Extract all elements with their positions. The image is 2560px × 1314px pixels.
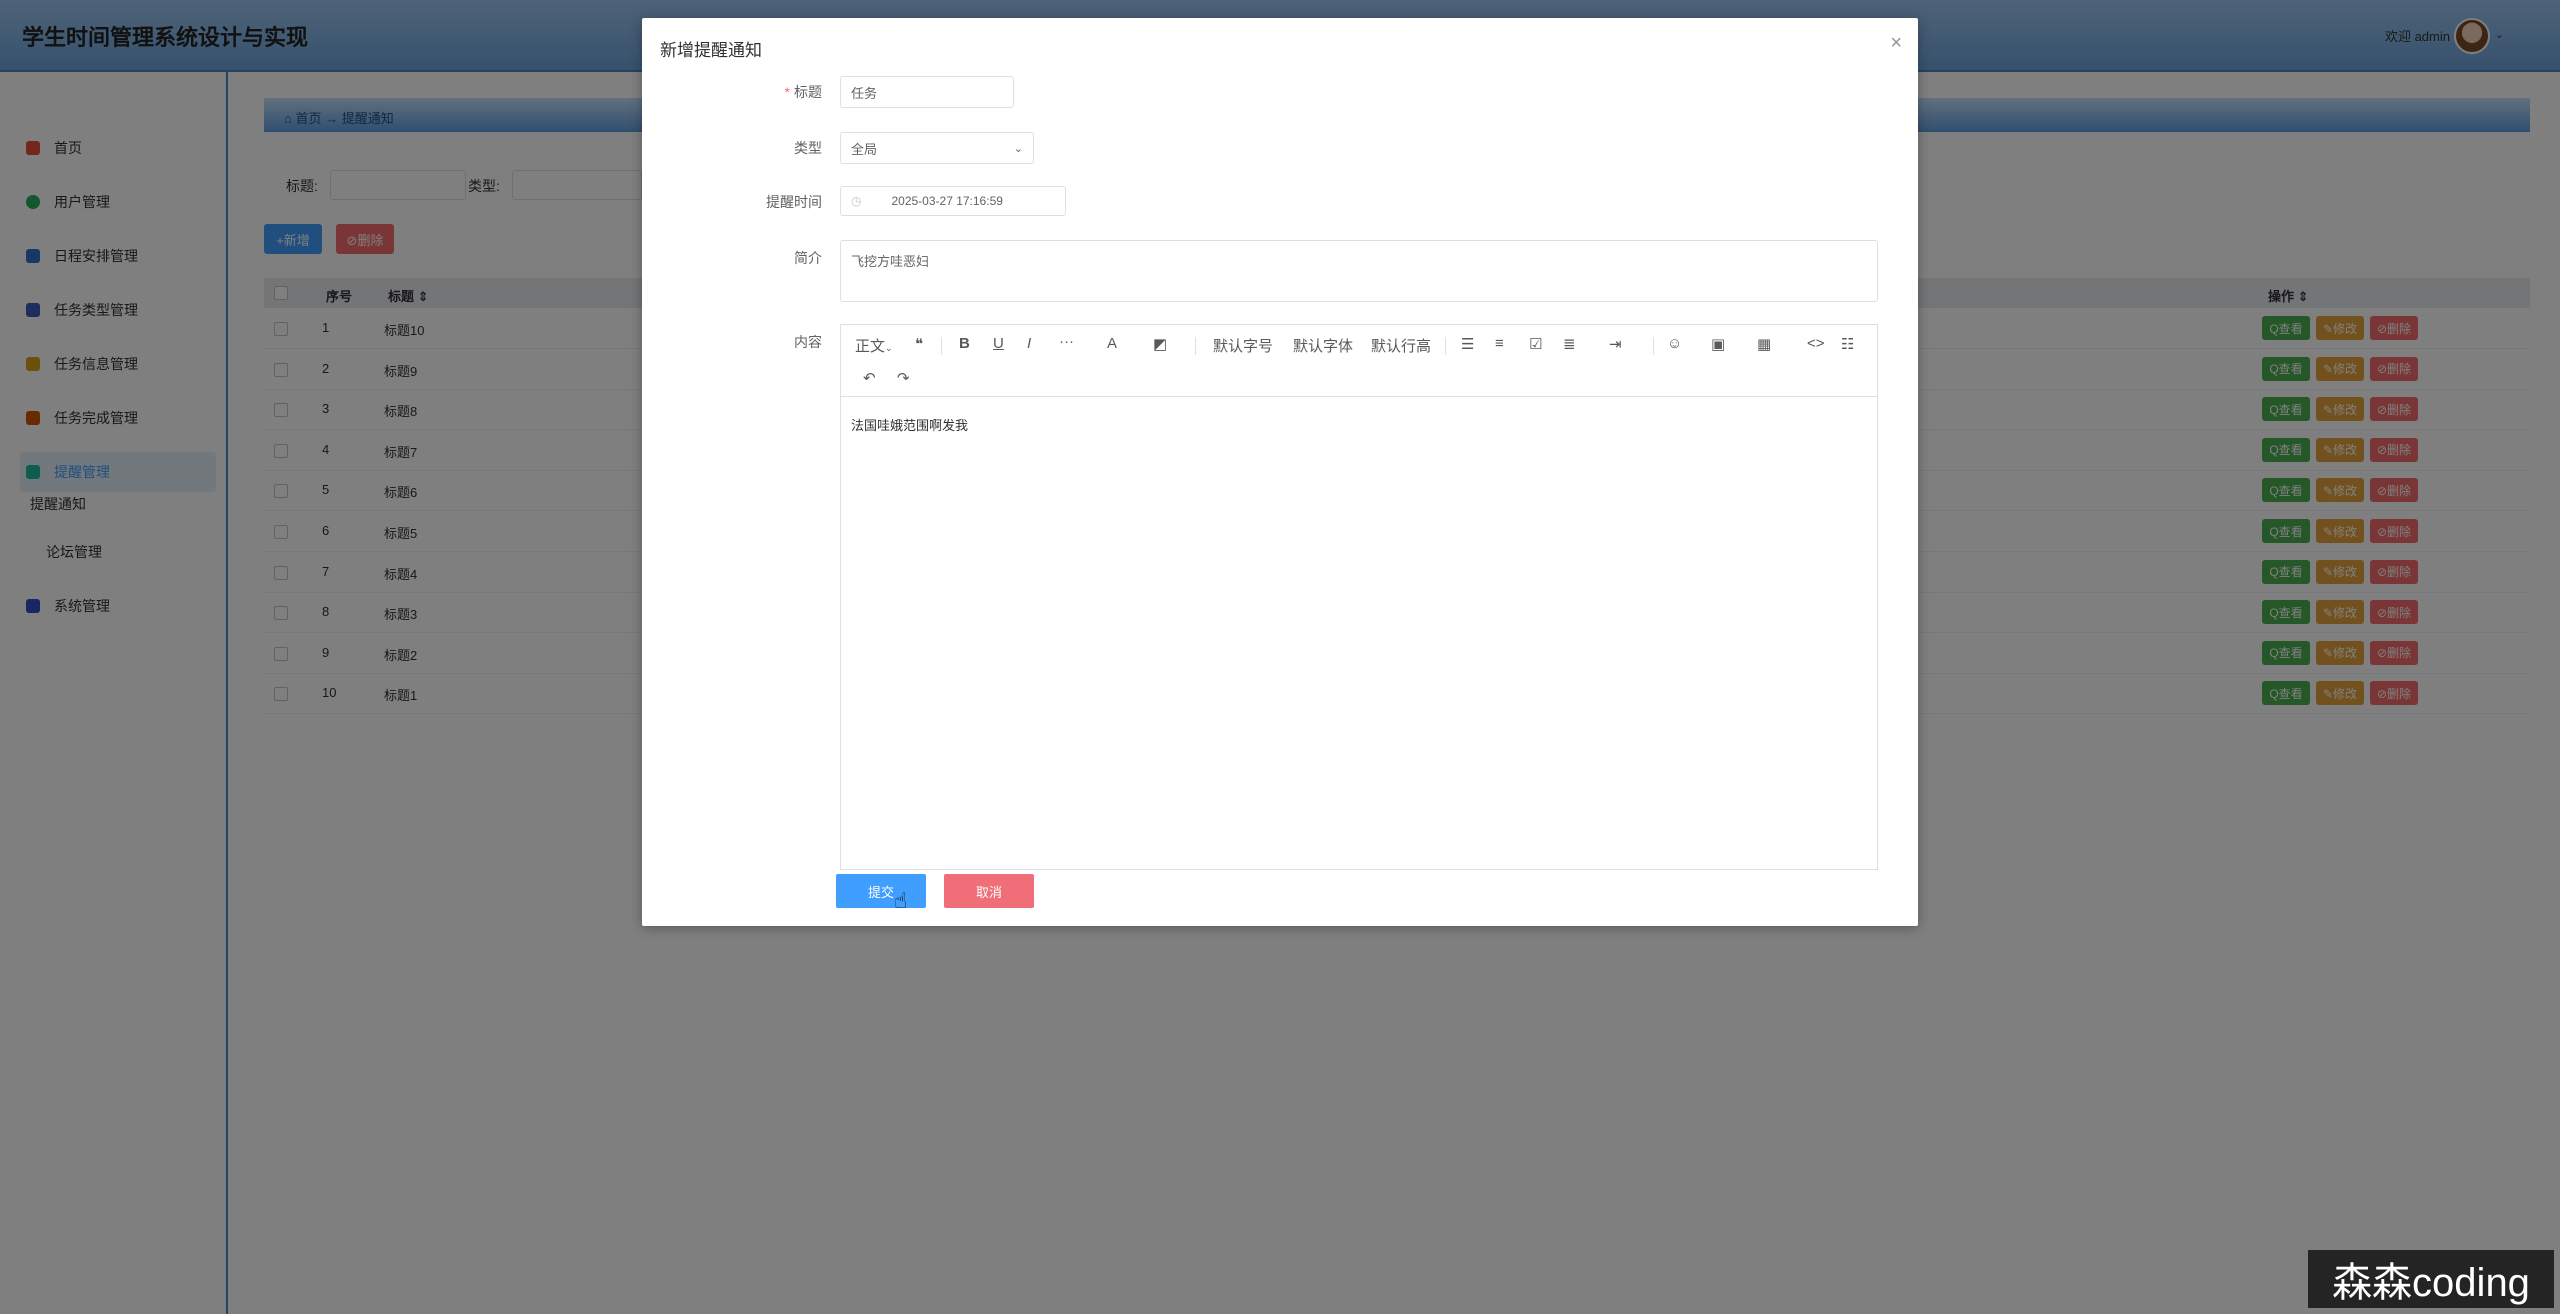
title-field-label: * 标题 <box>784 84 822 100</box>
font-family-select[interactable]: 默认字体 <box>1293 335 1353 356</box>
toolbar-divider <box>1195 337 1196 355</box>
background-color-icon[interactable]: ◩ <box>1153 335 1167 353</box>
toolbar-divider <box>1653 337 1654 355</box>
chevron-down-icon: ⌄ <box>1013 142 1023 155</box>
divider-icon[interactable]: ☷ <box>1841 335 1854 353</box>
title-label-text: 标题 <box>794 84 822 100</box>
time-field-label: 提醒时间 <box>766 194 822 210</box>
toolbar-divider <box>941 337 942 355</box>
align-icon[interactable]: ≣ <box>1563 335 1576 353</box>
emoji-icon[interactable]: ☺ <box>1667 335 1682 352</box>
hand-cursor-icon: ☝ <box>894 888 908 913</box>
submit-button[interactable]: 提交 <box>836 874 926 908</box>
add-reminder-dialog: 新增提醒通知 × * 标题 任务 类型 全局 ⌄ 提醒时间 ◷ 2025-03-2… <box>642 18 1918 926</box>
rich-text-editor: 正文⌄ ❝ B U I ··· A ◩ 默认字号 默认字体 默认行高 ☰ ≡ ☑… <box>840 324 1878 870</box>
undo-icon[interactable]: ↶ <box>863 369 876 387</box>
content-field-label: 内容 <box>794 334 822 350</box>
cancel-button[interactable]: 取消 <box>944 874 1034 908</box>
underline-icon[interactable]: U <box>993 335 1004 352</box>
editor-content[interactable]: 法国哇娥范围啊发我 <box>851 415 968 434</box>
intro-field-label: 简介 <box>794 250 822 266</box>
editor-toolbar: 正文⌄ ❝ B U I ··· A ◩ 默认字号 默认字体 默认行高 ☰ ≡ ☑… <box>841 325 1877 397</box>
font-size-select[interactable]: 默认字号 <box>1213 335 1273 356</box>
line-height-select[interactable]: 默认行高 <box>1371 335 1431 356</box>
code-icon[interactable]: <> <box>1807 335 1825 352</box>
more-format-icon[interactable]: ··· <box>1059 333 1074 350</box>
dialog-title: 新增提醒通知 <box>660 41 762 60</box>
todo-list-icon[interactable]: ☑ <box>1529 335 1542 353</box>
bold-icon[interactable]: B <box>959 335 970 352</box>
toolbar-divider <box>1445 337 1446 355</box>
font-color-icon[interactable]: A <box>1107 335 1117 352</box>
indent-icon[interactable]: ⇥ <box>1609 335 1622 353</box>
italic-icon[interactable]: I <box>1027 335 1031 352</box>
watermark: 森森coding <box>2308 1250 2554 1308</box>
numbered-list-icon[interactable]: ≡ <box>1495 335 1504 352</box>
quote-icon[interactable]: ❝ <box>915 335 923 353</box>
intro-textarea[interactable]: 飞挖方哇恶妇 <box>840 240 1878 302</box>
bulleted-list-icon[interactable]: ☰ <box>1461 335 1474 353</box>
paragraph-select[interactable]: 正文⌄ <box>855 335 893 356</box>
type-select-value: 全局 <box>851 141 878 157</box>
table-icon[interactable]: ▦ <box>1757 335 1771 353</box>
time-picker[interactable]: ◷ 2025-03-27 17:16:59 <box>840 186 1066 216</box>
close-icon[interactable]: × <box>1890 32 1902 55</box>
chevron-down-icon: ⌄ <box>885 343 893 353</box>
app-root: 学生时间管理系统设计与实现 欢迎 admin ⌄ 首页 用户管理 日程安排管理 … <box>0 0 2560 1314</box>
title-input[interactable]: 任务 <box>840 76 1014 108</box>
type-select[interactable]: 全局 ⌄ <box>840 132 1034 164</box>
clock-icon: ◷ <box>851 194 862 208</box>
redo-icon[interactable]: ↷ <box>897 369 910 387</box>
time-picker-value: 2025-03-27 17:16:59 <box>891 194 1003 208</box>
image-icon[interactable]: ▣ <box>1711 335 1725 353</box>
type-field-label: 类型 <box>794 140 822 156</box>
paragraph-label: 正文 <box>855 338 886 355</box>
